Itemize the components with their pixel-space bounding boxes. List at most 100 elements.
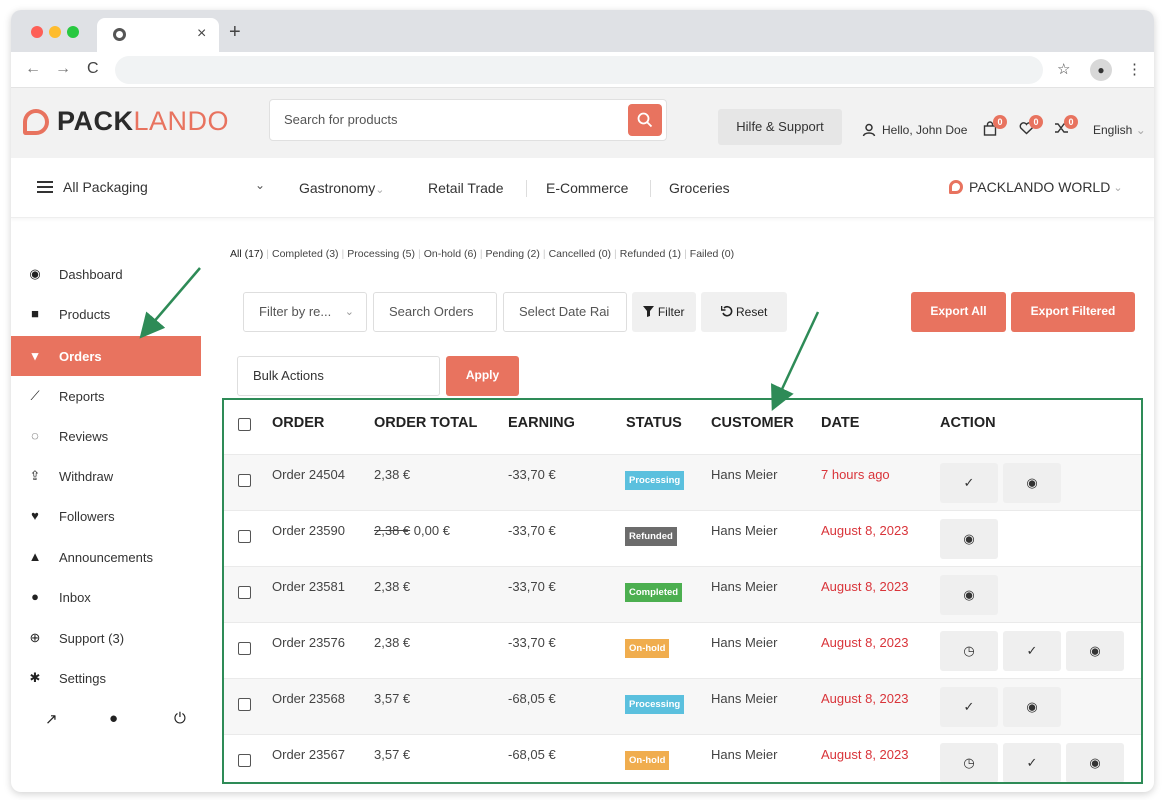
sidebar-item-settings[interactable]: ✱ Settings bbox=[11, 658, 201, 698]
order-total: 2,38 € bbox=[374, 635, 411, 650]
col-customer[interactable]: CUSTOMER bbox=[711, 415, 794, 431]
order-link[interactable]: Order 23568 bbox=[272, 691, 345, 706]
sidebar-item-inbox[interactable]: ● Inbox bbox=[11, 577, 201, 617]
category-groceries[interactable]: Groceries bbox=[669, 180, 730, 196]
profile-avatar[interactable]: ● bbox=[1090, 59, 1112, 81]
sidebar-item-withdraw[interactable]: ⇪ Withdraw bbox=[11, 456, 201, 496]
select-all-checkbox[interactable] bbox=[238, 418, 251, 431]
reset-button[interactable]: Reset bbox=[701, 292, 787, 332]
status-badge: On-hold bbox=[625, 639, 670, 658]
order-link[interactable]: Order 23576 bbox=[272, 635, 345, 650]
user-profile-icon[interactable]: ● bbox=[109, 710, 118, 727]
col-earning[interactable]: EARNING bbox=[508, 415, 575, 431]
row-checkbox[interactable] bbox=[238, 586, 251, 599]
col-order[interactable]: ORDER bbox=[272, 415, 324, 431]
sidebar-item-announcements[interactable]: ▲ Announcements bbox=[11, 537, 201, 577]
filter-cancelled[interactable]: Cancelled (0) bbox=[549, 248, 611, 260]
view-action-button[interactable]: ◉ bbox=[1066, 631, 1124, 671]
view-action-button[interactable]: ◉ bbox=[940, 519, 998, 559]
row-checkbox[interactable] bbox=[238, 754, 251, 767]
tab-close-icon[interactable]: × bbox=[197, 25, 206, 43]
sidebar-item-followers[interactable]: ♥ Followers bbox=[11, 496, 201, 536]
order-link[interactable]: Order 23590 bbox=[272, 523, 345, 538]
order-earning: -33,70 € bbox=[508, 523, 556, 538]
chrome-icon bbox=[113, 28, 126, 41]
all-packaging-menu[interactable]: All Packaging bbox=[37, 179, 148, 195]
col-date[interactable]: DATE bbox=[821, 415, 859, 431]
filter-refunded[interactable]: Refunded (1) bbox=[620, 248, 681, 260]
complete-action-button[interactable]: ✓ bbox=[1003, 743, 1061, 782]
complete-action-button[interactable]: ✓ bbox=[1003, 631, 1061, 671]
category-e-commerce[interactable]: E-Commerce bbox=[546, 180, 628, 196]
row-checkbox[interactable] bbox=[238, 474, 251, 487]
window-close-dot[interactable] bbox=[31, 26, 43, 38]
browser-tab[interactable]: × bbox=[97, 18, 219, 52]
sidebar-item-reports[interactable]: ⟋ Reports bbox=[11, 376, 201, 416]
url-omnibox[interactable] bbox=[115, 56, 1043, 84]
view-action-button[interactable]: ◉ bbox=[940, 575, 998, 615]
category-gastronomy[interactable]: Gastronomy⌄ bbox=[299, 180, 384, 196]
power-icon[interactable]: ⏻ bbox=[174, 710, 186, 727]
processing-action-button[interactable]: ◷ bbox=[940, 631, 998, 671]
back-icon[interactable]: ← bbox=[25, 60, 41, 78]
categories-chevron-icon[interactable]: ⌄ bbox=[255, 178, 265, 192]
search-input[interactable] bbox=[284, 112, 614, 127]
row-checkbox[interactable] bbox=[238, 698, 251, 711]
row-checkbox[interactable] bbox=[238, 642, 251, 655]
window-minimize-dot[interactable] bbox=[49, 26, 61, 38]
order-link[interactable]: Order 23567 bbox=[272, 747, 345, 762]
row-checkbox[interactable] bbox=[238, 530, 251, 543]
bookmark-star-icon[interactable]: ☆ bbox=[1057, 60, 1070, 78]
view-action-button[interactable]: ◉ bbox=[1003, 687, 1061, 727]
filter-completed[interactable]: Completed (3) bbox=[272, 248, 339, 260]
table-row: Order 23581 2,38 € -33,70 € Completed Ha… bbox=[224, 566, 1141, 622]
sidebar-item-orders[interactable]: ▾ Orders bbox=[11, 336, 213, 376]
date-range-input[interactable]: Select Date Rai bbox=[503, 292, 627, 332]
new-tab-button[interactable]: + bbox=[229, 21, 241, 44]
window-maximize-dot[interactable] bbox=[67, 26, 79, 38]
bulk-actions-select[interactable]: Bulk Actions bbox=[237, 356, 440, 396]
view-action-button[interactable]: ◉ bbox=[1066, 743, 1124, 782]
sidebar-item-support[interactable]: ⊕ Support (3) bbox=[11, 618, 201, 658]
account-link[interactable]: Hello, John Doe bbox=[862, 123, 967, 137]
cart-button[interactable]: 0 bbox=[983, 115, 1007, 139]
col-status[interactable]: STATUS bbox=[626, 415, 682, 431]
filter-processing[interactable]: Processing (5) bbox=[347, 248, 415, 260]
wishlist-button[interactable]: 0 bbox=[1019, 115, 1043, 139]
complete-action-button[interactable]: ✓ bbox=[940, 463, 998, 503]
forward-icon[interactable]: → bbox=[55, 60, 71, 78]
order-date: August 8, 2023 bbox=[821, 635, 909, 650]
export-filtered-button[interactable]: Export Filtered bbox=[1011, 292, 1135, 332]
filter-pending[interactable]: Pending (2) bbox=[486, 248, 540, 260]
category-retail-trade[interactable]: Retail Trade bbox=[428, 180, 503, 196]
sidebar-item-products[interactable]: ■ Products bbox=[11, 294, 201, 334]
search-orders-input[interactable]: Search Orders bbox=[373, 292, 497, 332]
col-order-total[interactable]: ORDER TOTAL bbox=[374, 415, 477, 431]
export-all-button[interactable]: Export All bbox=[911, 292, 1006, 332]
briefcase-icon: ■ bbox=[31, 306, 39, 321]
compare-button[interactable]: 0 bbox=[1054, 115, 1078, 139]
help-support-button[interactable]: Hilfe & Support bbox=[718, 109, 842, 145]
reload-icon[interactable]: C bbox=[87, 60, 99, 78]
apply-button[interactable]: Apply bbox=[446, 356, 519, 396]
site-logo[interactable]: PACK LANDO bbox=[23, 106, 229, 137]
filter-button[interactable]: Filter bbox=[632, 292, 696, 332]
search-button[interactable] bbox=[628, 104, 662, 136]
packlando-world-menu[interactable]: PACKLANDO WORLD ⌄ bbox=[949, 179, 1123, 195]
language-selector[interactable]: English ⌄ bbox=[1093, 123, 1146, 137]
browser-menu-icon[interactable]: ⋮ bbox=[1127, 60, 1142, 78]
filter-all[interactable]: All (17) bbox=[230, 248, 263, 260]
sidebar-item-dashboard[interactable]: ◉ Dashboard bbox=[11, 254, 201, 294]
sidebar-item-reviews[interactable]: ◌ Reviews bbox=[11, 416, 201, 456]
order-link[interactable]: Order 24504 bbox=[272, 467, 345, 482]
check-icon: ✓ bbox=[963, 475, 975, 490]
external-link-icon[interactable]: ↗ bbox=[45, 710, 58, 728]
order-link[interactable]: Order 23581 bbox=[272, 579, 345, 594]
user-icon bbox=[862, 123, 876, 137]
filter-on-hold[interactable]: On-hold (6) bbox=[424, 248, 477, 260]
filter-failed[interactable]: Failed (0) bbox=[690, 248, 734, 260]
view-action-button[interactable]: ◉ bbox=[1003, 463, 1061, 503]
filter-by-select[interactable]: Filter by re... ⌄ bbox=[243, 292, 367, 332]
processing-action-button[interactable]: ◷ bbox=[940, 743, 998, 782]
complete-action-button[interactable]: ✓ bbox=[940, 687, 998, 727]
